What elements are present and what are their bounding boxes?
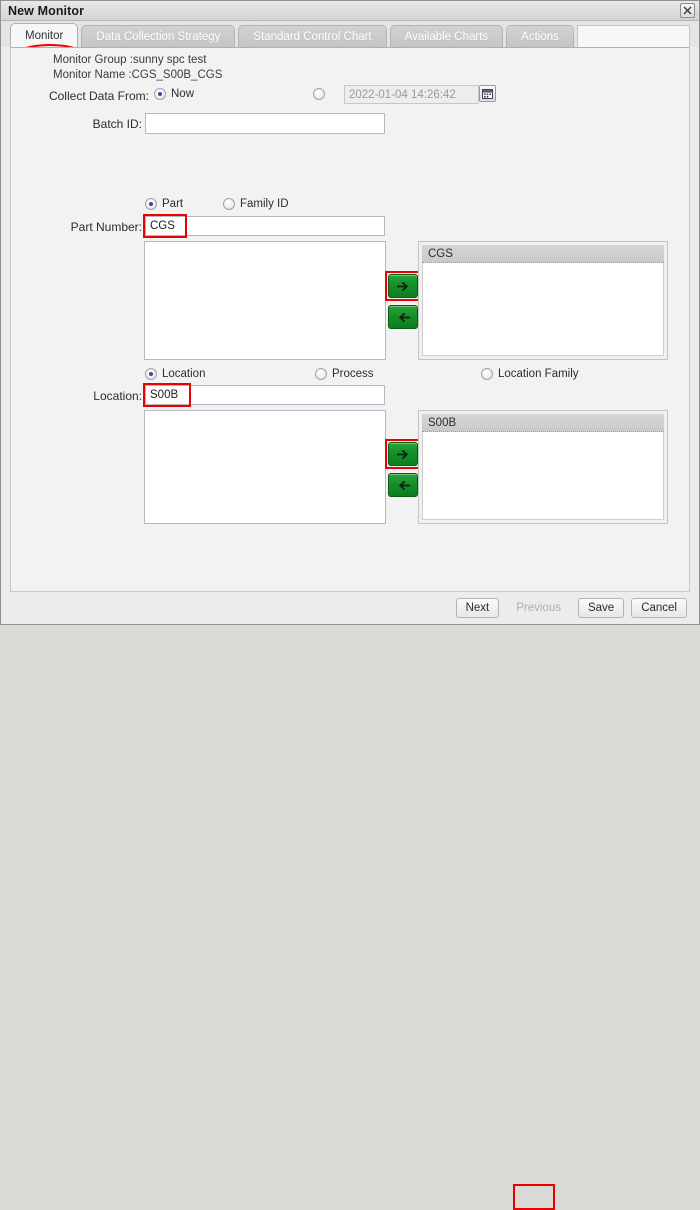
location-selected-list-header: S00B [422, 414, 664, 432]
monitor-tab-panel: Monitor Group :sunny spc test Monitor Na… [10, 47, 690, 592]
radio-process-label: Process [332, 368, 374, 380]
location-selected-list[interactable]: S00B [418, 410, 668, 524]
window-titlebar: New Monitor [1, 1, 699, 21]
part-selected-list[interactable]: CGS [418, 241, 668, 360]
radio-collect-now-label: Now [171, 88, 195, 100]
calendar-icon[interactable] [479, 85, 496, 102]
collect-date-input[interactable] [344, 85, 479, 104]
close-glyph [683, 6, 692, 15]
monitor-name-text: Monitor Name :CGS_S00B_CGS [53, 69, 223, 81]
radio-location[interactable]: Location [145, 368, 205, 380]
tab-data-collection-strategy[interactable]: Data Collection Strategy [81, 25, 236, 47]
arrow-right-icon [396, 281, 408, 291]
radio-collect-now-dot [154, 88, 166, 100]
monitor-group-text: Monitor Group :sunny spc test [53, 54, 207, 66]
part-remove-button[interactable] [388, 305, 418, 329]
tab-actions[interactable]: Actions [506, 25, 574, 47]
part-add-button[interactable] [388, 274, 418, 298]
batch-id-input[interactable] [145, 113, 385, 134]
radio-part-dot [145, 198, 157, 210]
radio-family-id[interactable]: Family ID [223, 198, 289, 210]
next-button[interactable]: Next [455, 598, 500, 618]
radio-family-id-dot [223, 198, 235, 210]
location-available-list[interactable] [144, 410, 386, 524]
part-number-label: Part Number: [70, 220, 142, 234]
batch-id-label: Batch ID: [92, 117, 142, 131]
radio-collect-date-dot [313, 88, 325, 100]
location-add-button[interactable] [388, 442, 418, 466]
location-input[interactable] [145, 385, 385, 405]
radio-process[interactable]: Process [315, 368, 374, 380]
part-number-input[interactable] [145, 216, 385, 236]
radio-location-family-dot [481, 368, 493, 380]
tab-available-charts[interactable]: Available Charts [389, 25, 504, 47]
radio-location-label: Location [162, 368, 206, 380]
save-button[interactable]: Save [577, 598, 625, 618]
tab-bar: Monitor Data Collection Strategy Standar… [1, 21, 699, 68]
tab-actions-label: Actions [521, 30, 559, 43]
dialog-button-bar: Next Previous Save Cancel [1, 592, 699, 1210]
next-button-annotation-box [513, 1184, 555, 1210]
tab-standard-control-chart-label: Standard Control Chart [253, 30, 372, 43]
location-selected-list-body[interactable] [422, 432, 664, 520]
arrow-left-icon [398, 480, 410, 490]
part-available-list[interactable] [144, 241, 386, 360]
radio-part[interactable]: Part [145, 198, 183, 210]
radio-location-family[interactable]: Location Family [481, 368, 579, 380]
radio-location-family-label: Location Family [498, 368, 579, 380]
new-monitor-dialog: New Monitor Monitor Data Collection Stra… [0, 0, 700, 1210]
close-icon[interactable] [680, 3, 695, 18]
window-title: New Monitor [8, 3, 85, 18]
cancel-button[interactable]: Cancel [631, 598, 687, 618]
location-label: Location: [93, 389, 142, 403]
radio-location-dot [145, 368, 157, 380]
tab-monitor-label: Monitor [25, 29, 64, 42]
radio-collect-now[interactable]: Now [154, 88, 194, 100]
tab-available-charts-label: Available Charts [404, 30, 489, 43]
tab-standard-control-chart[interactable]: Standard Control Chart [238, 25, 387, 47]
calendar-glyph [482, 89, 493, 99]
previous-button: Previous [506, 598, 571, 618]
arrow-right-icon [396, 449, 408, 459]
radio-collect-date[interactable] [313, 88, 325, 100]
part-selected-list-header: CGS [422, 245, 664, 263]
radio-part-label: Part [162, 198, 184, 210]
radio-process-dot [315, 368, 327, 380]
radio-family-id-label: Family ID [240, 198, 289, 210]
tab-strip-filler [576, 25, 690, 47]
tab-data-collection-strategy-label: Data Collection Strategy [96, 30, 221, 43]
location-remove-button[interactable] [388, 473, 418, 497]
arrow-left-icon [398, 312, 410, 322]
part-selected-list-body[interactable] [422, 263, 664, 356]
collect-data-from-label: Collect Data From: [48, 89, 149, 103]
tab-monitor[interactable]: Monitor [10, 23, 79, 47]
